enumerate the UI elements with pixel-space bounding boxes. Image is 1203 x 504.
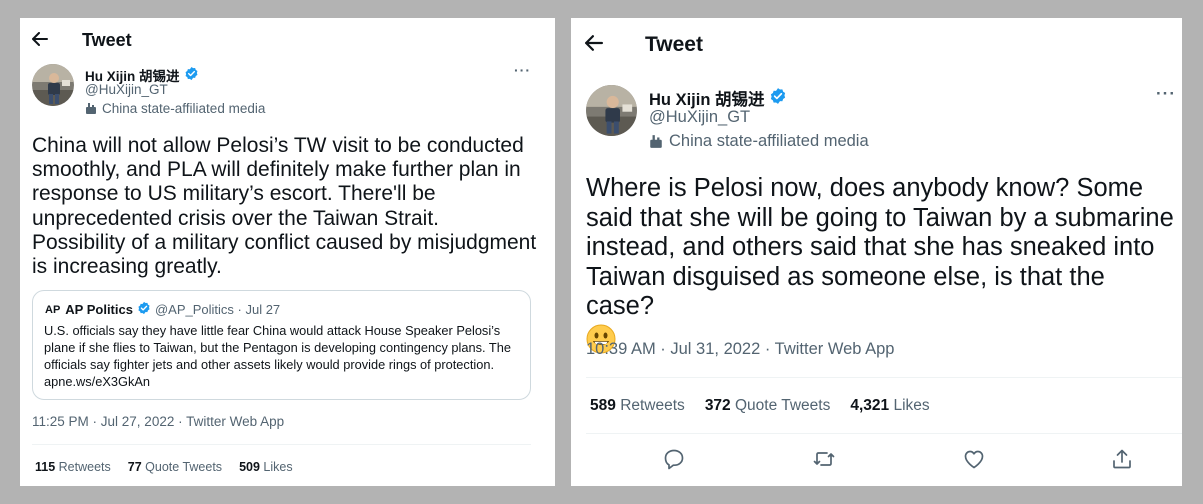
likes-count: 4,321 (850, 397, 890, 414)
header-title: Tweet (645, 33, 703, 56)
tweet-text: China will not allow Pelosi’s TW visit t… (32, 134, 537, 279)
tweet-card-left: Tweet Hu Xijin 胡锡进 @HuXijin_GT China sta… (20, 18, 555, 486)
tweet-timestamp[interactable]: 10:39 AM · Jul 31, 2022 · Twitter Web Ap… (586, 340, 894, 359)
quoted-tweet-header: AP AP Politics @AP_Politics · Jul 27 (45, 301, 280, 318)
divider (586, 377, 1182, 378)
tweet-header: Tweet (32, 30, 132, 50)
avatar[interactable] (586, 85, 637, 136)
more-options-icon[interactable]: ··· (1156, 84, 1176, 104)
quoted-author-name: AP Politics (65, 302, 133, 317)
author-name-text: Hu Xijin 胡锡进 (649, 91, 765, 109)
retweets-stat[interactable]: 589 Retweets (590, 397, 685, 415)
likes-label: Likes (263, 460, 293, 474)
retweets-stat[interactable]: 115 Retweets (35, 460, 111, 474)
state-media-icon (649, 134, 663, 149)
author-name[interactable]: Hu Xijin 胡锡进 (649, 86, 787, 110)
like-icon[interactable] (962, 447, 988, 473)
quote-tweets-stat[interactable]: 77 Quote Tweets (128, 460, 222, 474)
retweet-icon[interactable] (812, 447, 838, 473)
divider (32, 444, 531, 445)
retweets-count: 115 (35, 460, 56, 474)
tweet-stats: 115 Retweets 77 Quote Tweets 509 Likes (35, 460, 310, 474)
likes-stat[interactable]: 4,321 Likes (850, 397, 929, 415)
avatar[interactable] (32, 64, 74, 106)
quote-tweets-label: Quote Tweets (145, 460, 223, 474)
quoted-handle-date: @AP_Politics · Jul 27 (154, 302, 281, 317)
state-affiliated-label[interactable]: China state-affiliated media (649, 132, 869, 151)
likes-stat[interactable]: 509 Likes (239, 460, 293, 474)
verified-badge-icon (137, 301, 151, 318)
likes-count: 509 (239, 460, 260, 474)
quote-tweets-count: 77 (127, 460, 142, 474)
retweets-label: Retweets (620, 397, 685, 414)
quote-tweets-stat[interactable]: 372 Quote Tweets (705, 397, 831, 415)
quote-tweets-label: Quote Tweets (735, 397, 831, 414)
tweet-timestamp[interactable]: 11:25 PM · Jul 27, 2022 · Twitter Web Ap… (32, 414, 284, 429)
ap-logo-icon: AP (45, 303, 61, 316)
retweets-count: 589 (590, 397, 616, 414)
verified-badge-icon (184, 66, 199, 84)
affiliation-text: China state-affiliated media (102, 101, 266, 116)
header-title: Tweet (82, 29, 132, 50)
author-handle[interactable]: @HuXijin_GT (85, 82, 168, 97)
share-icon[interactable] (1110, 447, 1136, 473)
likes-label: Likes (893, 397, 930, 414)
tweet-actions-bar (586, 443, 1182, 479)
retweets-label: Retweets (58, 460, 111, 474)
more-options-icon[interactable]: ··· (514, 62, 531, 78)
reply-icon[interactable] (662, 447, 688, 473)
tweet-stats: 589 Retweets 372 Quote Tweets 4,321 Like… (590, 397, 950, 415)
back-arrow-icon[interactable] (585, 35, 625, 55)
verified-badge-icon (769, 87, 787, 110)
state-media-icon (85, 102, 97, 115)
affiliation-text: China state-affiliated media (669, 132, 869, 150)
state-affiliated-label[interactable]: China state-affiliated media (85, 101, 265, 116)
tweet-text: Where is Pelosi now, does anybody know? … (586, 174, 1176, 361)
tweet-header: Tweet (585, 32, 703, 58)
tweet-card-right: Tweet Hu Xijin 胡锡进 @HuXijin_GT China sta… (571, 18, 1182, 486)
quoted-tweet[interactable]: AP AP Politics @AP_Politics · Jul 27 U.S… (32, 290, 531, 400)
author-handle[interactable]: @HuXijin_GT (649, 108, 750, 127)
quote-tweets-count: 372 (704, 397, 731, 414)
quoted-tweet-text: U.S. officials say they have little fear… (44, 323, 511, 389)
divider (586, 433, 1182, 434)
tweet-text-content: Where is Pelosi now, does anybody know? … (586, 174, 1174, 320)
back-arrow-icon[interactable] (32, 31, 62, 49)
